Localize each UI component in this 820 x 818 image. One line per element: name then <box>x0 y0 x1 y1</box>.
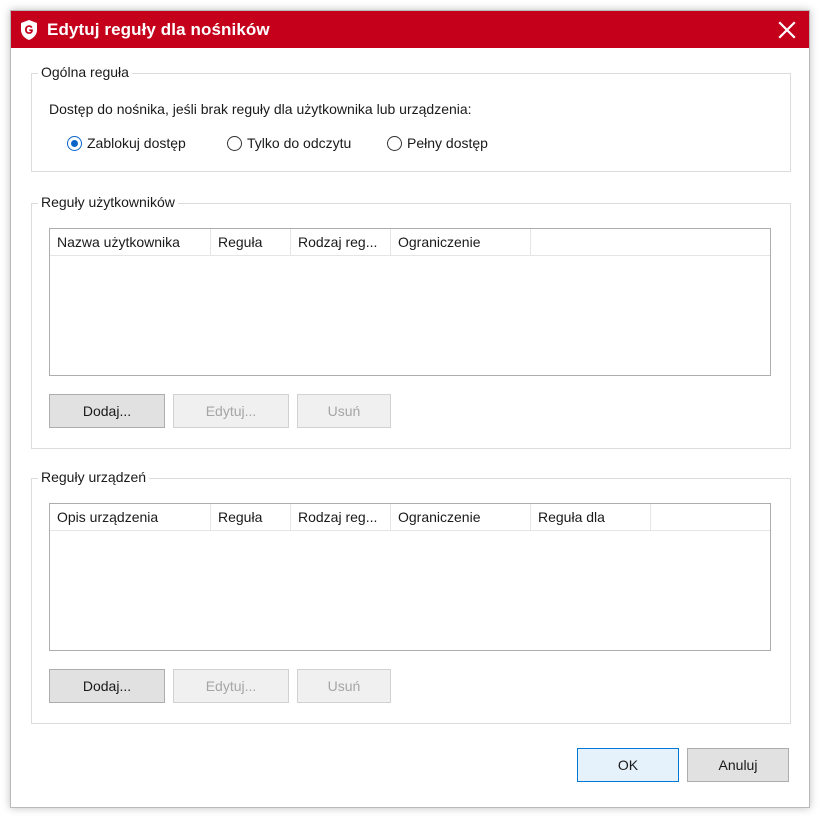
radio-label-block-access: Zablokuj dostęp <box>87 135 186 151</box>
device-remove-button-label: Usuń <box>327 678 361 694</box>
device-edit-button[interactable]: Edytuj... <box>173 669 289 703</box>
general-rule-description: Dostęp do nośnika, jeśli brak reguły dla… <box>49 101 472 117</box>
column-header-rule[interactable]: Reguła <box>211 229 291 255</box>
title-bar: Edytuj reguły dla nośników <box>11 11 809 48</box>
user-add-button-label: Dodaj... <box>82 403 132 419</box>
user-edit-button-label: Edytuj... <box>205 403 257 419</box>
column-header-rule-type[interactable]: Rodzaj reg... <box>291 229 391 255</box>
radio-block-access[interactable]: Zablokuj dostęp <box>67 135 186 151</box>
device-remove-button[interactable]: Usuń <box>297 669 391 703</box>
column-header-restriction[interactable]: Ograniczenie <box>391 504 531 530</box>
device-add-button-label: Dodaj... <box>82 678 132 694</box>
device-add-button[interactable]: Dodaj... <box>49 669 165 703</box>
general-rule-legend: Ogólna reguła <box>38 64 132 80</box>
cancel-button[interactable]: Anuluj <box>687 748 789 782</box>
column-header-user-name[interactable]: Nazwa użytkownika <box>50 229 211 255</box>
device-rules-group: Reguły urządzeń Opis urządzenia Reguła R… <box>31 469 791 724</box>
user-remove-button[interactable]: Usuń <box>297 394 391 428</box>
window-title: Edytuj reguły dla nośników <box>47 20 270 39</box>
column-header-restriction[interactable]: Ograniczenie <box>391 229 531 255</box>
user-rules-legend: Reguły użytkowników <box>38 194 178 210</box>
column-header-rule[interactable]: Reguła <box>211 504 291 530</box>
user-remove-button-label: Usuń <box>327 403 361 419</box>
user-add-button[interactable]: Dodaj... <box>49 394 165 428</box>
column-header-rule-for[interactable]: Reguła dla <box>531 504 651 530</box>
radio-circle-read-only[interactable] <box>227 135 242 151</box>
user-rules-list[interactable]: Nazwa użytkownika Reguła Rodzaj reg... O… <box>49 228 771 376</box>
radio-full-access[interactable]: Pełny dostęp <box>387 135 488 151</box>
radio-label-read-only: Tylko do odczytu <box>247 135 352 151</box>
radio-read-only[interactable]: Tylko do odczytu <box>227 135 351 151</box>
general-rule-group: Ogólna reguła Dostęp do nośnika, jeśli b… <box>31 64 791 172</box>
device-rules-legend: Reguły urządzeń <box>38 469 150 485</box>
column-header-device-description[interactable]: Opis urządzenia <box>50 504 211 530</box>
radio-circle-full-access[interactable] <box>387 135 402 151</box>
ok-button-label: OK <box>617 757 639 773</box>
device-rules-list-header: Opis urządzenia Reguła Rodzaj reg... Ogr… <box>50 504 770 531</box>
user-rules-group: Reguły użytkowników Nazwa użytkownika Re… <box>31 194 791 449</box>
column-header-rule-type[interactable]: Rodzaj reg... <box>291 504 391 530</box>
radio-circle-block-access[interactable] <box>67 135 82 151</box>
dialog-window: Edytuj reguły dla nośników Ogólna reguła… <box>10 10 810 808</box>
device-rules-list[interactable]: Opis urządzenia Reguła Rodzaj reg... Ogr… <box>49 503 771 651</box>
user-rules-list-header: Nazwa użytkownika Reguła Rodzaj reg... O… <box>50 229 770 256</box>
cancel-button-label: Anuluj <box>718 757 758 773</box>
device-edit-button-label: Edytuj... <box>205 678 257 694</box>
close-button[interactable] <box>765 11 809 48</box>
gdata-shield-icon <box>21 20 37 40</box>
close-icon <box>778 20 796 39</box>
radio-label-full-access: Pełny dostęp <box>407 135 488 151</box>
ok-button[interactable]: OK <box>577 748 679 782</box>
user-edit-button[interactable]: Edytuj... <box>173 394 289 428</box>
